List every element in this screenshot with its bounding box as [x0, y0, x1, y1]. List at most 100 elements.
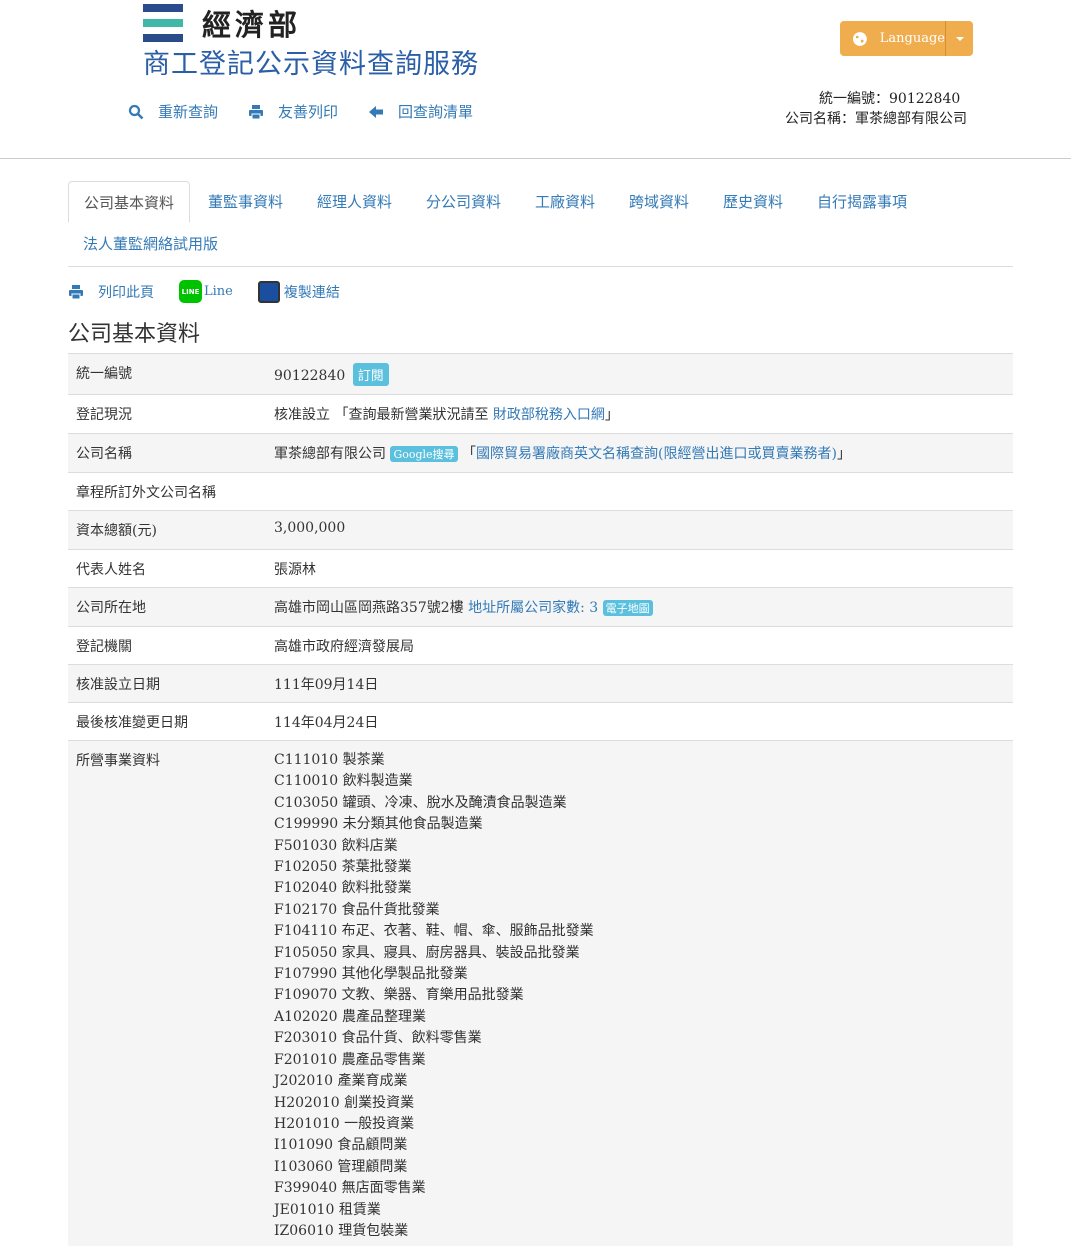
share-line-button[interactable]: LINE Line — [179, 280, 233, 303]
name-bracket-close: 」 — [836, 446, 851, 462]
row-label: 公司所在地 — [76, 600, 146, 616]
list-item: A102020 農產品整理業 — [274, 1008, 427, 1025]
list-item: F501030 飲料店業 — [274, 837, 398, 854]
list-item: C111010 製茶業 — [274, 752, 385, 768]
language-button[interactable]: Language — [840, 21, 946, 56]
page-header: 經濟部 商工登記公示資料查詢服務 重新查詢 友善列印 回查詢清單 Languag… — [0, 0, 1071, 159]
row-label: 最後核准變更日期 — [76, 715, 188, 731]
list-item: F399040 無店面零售業 — [274, 1180, 426, 1197]
table-row: 資本總額(元) 3,000,000 — [68, 510, 1013, 549]
row-value: 軍茶總部有限公司 Google搜尋 「國際貿易署廠商英文名稱查詢(限經營出進口或… — [266, 434, 1013, 472]
print-icon — [69, 284, 83, 299]
tab-cross-domain[interactable]: 跨域資料 — [614, 181, 704, 223]
list-item: F105050 家具、寢具、廚房器具、裝設品批發業 — [274, 944, 580, 961]
row-label: 代表人姓名 — [76, 562, 146, 578]
company-summary: 統一編號：90122840 公司名稱：軍茶總部有限公司 — [785, 89, 985, 129]
company-name-summary: 公司名稱：軍茶總部有限公司 — [785, 111, 967, 127]
table-row: 登記現況 核准設立 「查詢最新營業狀況請至 財政部稅務入口網」 — [68, 394, 1013, 433]
list-item: F201010 農產品零售業 — [274, 1051, 426, 1068]
tab-self-disclosure[interactable]: 自行揭露事項 — [802, 181, 922, 223]
copy-link-button[interactable]: 複製連結 — [257, 280, 340, 303]
tax-portal-link[interactable]: 財政部稅務入口網 — [493, 407, 605, 423]
language-caret-button[interactable] — [946, 21, 973, 56]
list-item: C103050 罐頭、冷凍、脫水及醃漬食品製造業 — [274, 794, 567, 811]
print-icon — [249, 104, 264, 119]
list-item: F102040 飲料批發業 — [274, 880, 412, 897]
trade-english-name-link[interactable]: 國際貿易署廠商英文名稱查詢(限經營出進口或買賣業務者) — [476, 446, 837, 462]
list-item: H201010 一般投資業 — [274, 1115, 415, 1132]
friendly-print-link[interactable]: 友善列印 — [248, 101, 338, 122]
name-bracket-open: 「 — [457, 446, 477, 462]
tab-directors[interactable]: 董監事資料 — [193, 181, 298, 223]
row-label: 核准設立日期 — [76, 677, 160, 693]
list-item: H202010 創業投資業 — [274, 1094, 415, 1111]
row-value: 90122840 訂閱 — [266, 354, 1013, 394]
business-items-list: C111010 製茶業 C110010 飲料製造業 C103050 罐頭、冷凍、脫水… — [266, 741, 1013, 1246]
status-suffix: 」 — [604, 407, 619, 423]
table-row: 章程所訂外文公司名稱 — [68, 472, 1013, 510]
list-item: C110010 飲料製造業 — [274, 773, 413, 790]
requery-link[interactable]: 重新查詢 — [128, 101, 218, 122]
list-item: I101090 食品顧問業 — [274, 1137, 408, 1154]
row-label: 統一編號 — [76, 366, 132, 382]
list-item: F109070 文教、樂器、育樂用品批發業 — [274, 987, 524, 1004]
company-info-table: 統一編號 90122840 訂閱 登記現況 核准設立 「查詢最新營業狀況請至 財… — [68, 353, 1013, 1246]
approved-date-value: 111年09月14日 — [274, 677, 379, 693]
globe-icon — [852, 31, 867, 46]
changed-date-value: 114年04月24日 — [274, 715, 379, 731]
friendly-print-label: 友善列印 — [278, 103, 339, 121]
list-item: JE01010 租賃業 — [274, 1201, 381, 1218]
page-tools: 列印此頁 LINE Line 複製連結 — [68, 280, 365, 303]
header-nav: 重新查詢 友善列印 回查詢清單 — [128, 101, 473, 122]
row-label: 資本總額(元) — [76, 523, 157, 539]
print-page-label: 列印此頁 — [98, 284, 154, 301]
line-icon: LINE — [179, 280, 202, 303]
company-id-value: 90122840 — [274, 368, 346, 384]
representative-value: 張源林 — [274, 562, 316, 578]
list-item: C199990 未分類其他食品製造業 — [274, 816, 483, 833]
table-row: 公司名稱 軍茶總部有限公司 Google搜尋 「國際貿易署廠商英文名稱查詢(限經… — [68, 433, 1013, 472]
row-label: 章程所訂外文公司名稱 — [76, 485, 216, 501]
tab-branches[interactable]: 分公司資料 — [411, 181, 516, 223]
back-to-list-link[interactable]: 回查詢清單 — [368, 101, 473, 122]
table-row: 代表人姓名 張源林 — [68, 549, 1013, 587]
e-map-button[interactable]: 電子地圖 — [602, 600, 653, 616]
tab-factories[interactable]: 工廠資料 — [520, 181, 610, 223]
capital-value: 3,000,000 — [274, 520, 346, 536]
tab-managers[interactable]: 經理人資料 — [302, 181, 407, 223]
tab-history[interactable]: 歷史資料 — [708, 181, 798, 223]
row-label: 所營事業資料 — [76, 753, 160, 769]
share-line-label: Line — [204, 284, 233, 299]
link-icon — [257, 280, 280, 303]
table-row: 核准設立日期 111年09月14日 — [68, 664, 1013, 702]
row-value — [468, 473, 1013, 510]
section-title: 公司基本資料 — [68, 322, 201, 347]
logo-mark-icon — [143, 4, 183, 42]
tab-basic-info[interactable]: 公司基本資料 — [68, 181, 191, 223]
table-row: 統一編號 90122840 訂閱 — [68, 353, 1013, 394]
row-label: 登記機關 — [76, 639, 132, 655]
tab-corporate-network[interactable]: 法人董監網絡試用版 — [68, 223, 233, 265]
ministry-logo[interactable]: 經濟部 — [143, 2, 301, 44]
company-id-summary: 統一編號：90122840 — [819, 91, 961, 107]
search-icon — [128, 104, 144, 119]
list-item: F104110 布疋、衣著、鞋、帽、傘、服飾品批發業 — [274, 923, 594, 940]
requery-label: 重新查詢 — [158, 103, 219, 121]
table-row: 所營事業資料 C111010 製茶業 C110010 飲料製造業 C103050 罐… — [68, 740, 1013, 1246]
tab-bar: 公司基本資料 董監事資料 經理人資料 分公司資料 工廠資料 跨域資料 歷史資料 … — [68, 181, 1013, 267]
authority-value: 高雄市政府經濟發展局 — [274, 639, 414, 655]
table-row: 最後核准變更日期 114年04月24日 — [68, 702, 1013, 740]
copy-link-label: 複製連結 — [283, 284, 340, 301]
list-item: F203010 食品什貨、飲料零售業 — [274, 1030, 482, 1047]
row-value: 核准設立 「查詢最新營業狀況請至 財政部稅務入口網」 — [266, 395, 1013, 433]
address-company-count-link[interactable]: 地址所屬公司家數: 3 — [468, 600, 598, 616]
list-item: IZ06010 理貨包裝業 — [274, 1222, 409, 1239]
site-title[interactable]: 商工登記公示資料查詢服務 — [143, 42, 479, 81]
row-value: 高雄市岡山區岡燕路357號2樓 地址所屬公司家數: 3 電子地圖 — [266, 588, 1013, 626]
subscribe-button[interactable]: 訂閱 — [352, 363, 389, 386]
google-search-button[interactable]: Google搜尋 — [390, 446, 458, 462]
caret-down-icon — [955, 36, 964, 41]
language-label: Language — [879, 31, 945, 46]
print-page-button[interactable]: 列印此頁 — [68, 282, 154, 302]
language-dropdown[interactable]: Language — [840, 21, 973, 56]
